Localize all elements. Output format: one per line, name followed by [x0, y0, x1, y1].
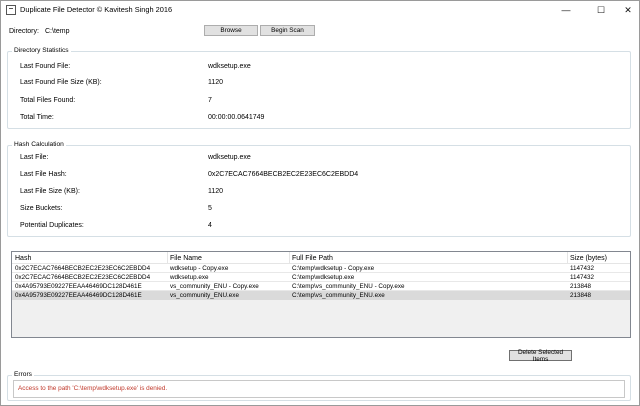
table-row[interactable]: 0x4A95793E09227EEAA46469DC128D461E vs_co…: [12, 282, 630, 291]
column-header-full-file-path[interactable]: Full File Path: [292, 255, 333, 262]
directory-statistics-group: Directory Statistics Last Found File: wd…: [7, 47, 631, 129]
errors-title: Errors: [12, 371, 34, 378]
file-name-cell: vs_community_ENU.exe: [170, 292, 239, 299]
hash-calculation-group: Hash Calculation Last File: wdksetup.exe…: [7, 141, 631, 237]
title-bar[interactable]: Duplicate File Detector © Kavitesh Singh…: [1, 1, 639, 19]
maximize-icon[interactable]: ☐: [586, 1, 616, 19]
hash-calculation-title: Hash Calculation: [12, 141, 66, 148]
minimize-icon[interactable]: —: [551, 1, 581, 19]
last-found-file-size-label: Last Found File Size (KB):: [20, 79, 102, 86]
directory-label: Directory:: [9, 28, 39, 35]
last-found-file-value: wdksetup.exe: [208, 63, 251, 70]
close-icon[interactable]: ✕: [613, 1, 640, 19]
duplicates-grid[interactable]: Hash File Name Full File Path Size (byte…: [11, 251, 631, 338]
errors-textbox[interactable]: Access to the path 'C:\temp\wdksetup.exe…: [13, 380, 625, 398]
column-separator[interactable]: [167, 252, 168, 264]
errors-group: Errors Access to the path 'C:\temp\wdkse…: [7, 371, 631, 401]
window-title: Duplicate File Detector © Kavitesh Singh…: [20, 5, 173, 14]
potential-duplicates-label: Potential Duplicates:: [20, 222, 84, 229]
error-message: Access to the path 'C:\temp\wdksetup.exe…: [18, 385, 168, 392]
app-icon: [6, 5, 16, 15]
size-buckets-label: Size Buckets:: [20, 205, 63, 212]
total-time-value: 00:00:00.0641749: [208, 114, 265, 121]
table-row[interactable]: 0x2C7ECAC7664BECB2EC2E23EC6C2EBDD4 wdkse…: [12, 264, 630, 273]
app-window: Duplicate File Detector © Kavitesh Singh…: [0, 0, 640, 406]
total-files-found-label: Total Files Found:: [20, 97, 76, 104]
file-path-cell: C:\temp\vs_community_ENU.exe: [292, 292, 385, 299]
column-header-file-name[interactable]: File Name: [170, 255, 202, 262]
last-file-value: wdksetup.exe: [208, 154, 251, 161]
last-found-file-size-value: 1120: [208, 79, 224, 86]
total-time-label: Total Time:: [20, 114, 54, 121]
last-file-label: Last File:: [20, 154, 49, 161]
last-file-hash-value: 0x2C7ECAC7664BECB2EC2E23EC6C2EBDD4: [208, 171, 359, 178]
size-buckets-value: 5: [208, 205, 212, 212]
column-header-hash[interactable]: Hash: [15, 255, 31, 262]
delete-selected-items-button[interactable]: Delete Selected Items: [509, 349, 572, 363]
last-file-size-value: 1120: [208, 188, 224, 195]
potential-duplicates-value: 4: [208, 222, 212, 229]
table-row-selected[interactable]: 0x4A95793E09227EEAA46469DC128D461E vs_co…: [12, 291, 630, 300]
browse-button[interactable]: Browse: [204, 25, 258, 36]
last-file-size-label: Last File Size (KB):: [20, 188, 80, 195]
total-files-found-value: 7: [208, 97, 212, 104]
column-separator[interactable]: [567, 252, 568, 264]
begin-scan-button[interactable]: Begin Scan: [260, 25, 315, 36]
directory-value: C:\temp: [45, 28, 70, 35]
table-row[interactable]: 0x2C7ECAC7664BECB2EC2E23EC6C2EBDD4 wdkse…: [12, 273, 630, 282]
column-separator[interactable]: [289, 252, 290, 264]
hash-cell: 0x4A95793E09227EEAA46469DC128D461E: [15, 292, 142, 299]
directory-statistics-title: Directory Statistics: [12, 47, 71, 54]
column-header-size[interactable]: Size (bytes): [570, 255, 607, 262]
grid-header: Hash File Name Full File Path Size (byte…: [12, 252, 630, 264]
size-cell: 213848: [570, 292, 592, 299]
last-found-file-label: Last Found File:: [20, 63, 71, 70]
last-file-hash-label: Last File Hash:: [20, 171, 67, 178]
